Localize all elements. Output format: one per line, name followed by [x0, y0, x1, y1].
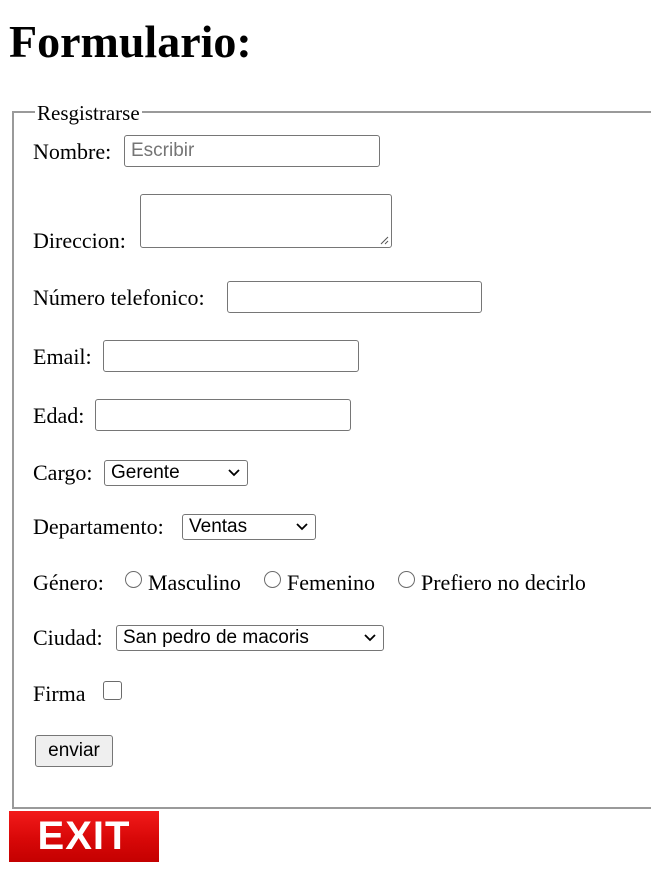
nombre-label: Nombre: — [33, 139, 112, 164]
exit-button[interactable]: EXIT — [9, 811, 159, 862]
email-input[interactable] — [103, 340, 359, 372]
nombre-input[interactable]: Escribir — [124, 135, 380, 167]
register-fieldset: Resgistrarse Nombre: Escribir Direccion:… — [12, 102, 651, 809]
radio-femenino[interactable] — [264, 571, 281, 588]
email-label: Email: — [33, 344, 92, 369]
enviar-button[interactable]: enviar — [35, 735, 113, 767]
fieldset-legend: Resgistrarse — [35, 101, 142, 125]
edad-label: Edad: — [33, 403, 85, 428]
resize-grip-icon[interactable] — [380, 236, 389, 245]
radio-femenino-label: Femenino — [287, 570, 375, 595]
direccion-textarea[interactable] — [140, 194, 392, 248]
ciudad-label: Ciudad: — [33, 625, 103, 650]
radio-masculino[interactable] — [125, 571, 142, 588]
cargo-select[interactable]: Gerente — [104, 460, 248, 486]
cargo-selected: Gerente — [111, 462, 180, 483]
departamento-select[interactable]: Ventas — [182, 514, 316, 540]
departamento-label: Departamento: — [33, 514, 164, 539]
radio-prefiero-no-decirlo[interactable] — [398, 571, 415, 588]
radio-masculino-label: Masculino — [148, 570, 241, 595]
firma-label: Firma — [33, 681, 86, 706]
ciudad-select[interactable]: San pedro de macoris — [116, 625, 384, 651]
ciudad-selected: San pedro de macoris — [123, 627, 309, 648]
chevron-down-icon — [364, 634, 376, 642]
edad-input[interactable] — [95, 399, 351, 431]
telefono-input[interactable] — [227, 281, 482, 313]
chevron-down-icon — [296, 523, 308, 531]
firma-checkbox[interactable] — [103, 681, 122, 700]
telefono-label: Número telefonico: — [33, 285, 205, 310]
departamento-selected: Ventas — [189, 516, 248, 537]
cargo-label: Cargo: — [33, 460, 93, 485]
direccion-label: Direccion: — [33, 228, 126, 253]
genero-label: Género: — [33, 570, 104, 595]
page-title: Formulario: — [9, 16, 252, 67]
chevron-down-icon — [228, 469, 240, 477]
radio-prefiero-no-decirlo-label: Prefiero no decirlo — [421, 570, 586, 595]
